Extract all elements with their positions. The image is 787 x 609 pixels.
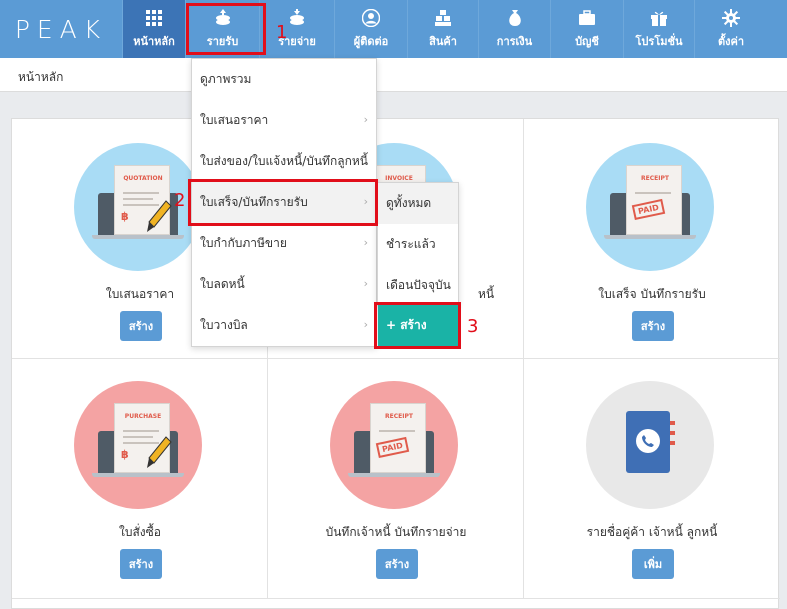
annotation-number-3: 3 <box>467 316 479 337</box>
nav-label: สินค้า <box>429 35 457 48</box>
submenu-item-paid[interactable]: ชำระแล้ว <box>378 224 458 265</box>
card-label: ใบเสร็จ บันทึกรายรับ <box>598 287 706 301</box>
create-quotation-button[interactable]: สร้าง <box>120 311 162 341</box>
money-bag-icon <box>506 9 524 27</box>
briefcase-icon <box>578 9 596 27</box>
nav-label: ผู้ติดต่อ <box>353 35 389 48</box>
nav-contacts[interactable]: ผู้ติดต่อ <box>334 0 407 58</box>
nav-label: บัญชี <box>575 35 599 48</box>
coins-out-icon <box>288 9 306 27</box>
create-expense-button[interactable]: สร้าง <box>376 549 418 579</box>
chevron-right-icon: › <box>363 195 368 208</box>
card-expense: RECEIPT PAID บันทึกเจ้าหนี้ บันทึกรายจ่า… <box>268 359 524 599</box>
nav-promotions[interactable]: โปรโมชั่น <box>623 0 694 58</box>
boxes-icon <box>434 9 452 27</box>
nav-home[interactable]: หน้าหลัก <box>122 0 185 58</box>
chevron-right-icon: › <box>363 236 368 249</box>
menu-item-quotation[interactable]: ใบเสนอราคา › <box>192 100 376 141</box>
create-receipt-button[interactable]: สร้าง <box>632 311 674 341</box>
gift-icon <box>650 9 668 27</box>
receipt-submenu: ดูทั้งหมด ชำระแล้ว เดือนปัจจุบัน <box>377 182 459 306</box>
coins-icon <box>214 9 232 27</box>
chevron-right-icon: › <box>363 154 368 167</box>
nav-label: รายรับ <box>206 35 239 48</box>
chevron-right-icon: › <box>363 113 368 126</box>
peak-logo[interactable]: PEAK <box>0 0 122 58</box>
card-purchase: PURCHASE ฿ ใบสั่งซื้อ สร้าง <box>12 359 268 599</box>
annotation-number-2: 2 <box>174 190 186 211</box>
menu-item-billing-note[interactable]: ใบวางบิล › <box>192 305 376 346</box>
card-contacts: รายชื่อคู่ค้า เจ้าหนี้ ลูกหนี้ เพิ่ม <box>524 359 780 599</box>
nav-expense[interactable]: รายจ่าย <box>259 0 334 58</box>
chevron-right-icon: › <box>363 318 368 331</box>
create-purchase-button[interactable]: สร้าง <box>120 549 162 579</box>
menu-item-tax-invoice[interactable]: ใบกำกับภาษีขาย › <box>192 223 376 264</box>
card-label: บันทึกเจ้าหนี้ บันทึกรายจ่าย <box>325 525 467 539</box>
receipt-laptop-icon: RECEIPT PAID <box>586 143 714 271</box>
nav-label: ตั้งค่า <box>717 35 745 48</box>
nav-products[interactable]: สินค้า <box>407 0 478 58</box>
submenu-item-view-all[interactable]: ดูทั้งหมด <box>378 183 458 224</box>
submenu-item-current-month[interactable]: เดือนปัจจุบัน <box>378 265 458 306</box>
breadcrumb-bar: หน้าหลัก <box>0 58 787 92</box>
menu-item-invoice[interactable]: ใบส่งของ/ใบแจ้งหนี้/บันทึกลูกหนี้ › <box>192 141 376 182</box>
nav-accounting[interactable]: บัญชี <box>550 0 623 58</box>
nav-finance[interactable]: การเงิน <box>478 0 550 58</box>
expense-laptop-icon: RECEIPT PAID <box>330 381 458 509</box>
purchase-laptop-icon: PURCHASE ฿ <box>74 381 202 509</box>
person-icon <box>362 9 380 27</box>
menu-item-overview[interactable]: ดูภาพรวม <box>192 59 376 100</box>
nav-label: หน้าหลัก <box>133 35 175 48</box>
card-label: รายชื่อคู่ค้า เจ้าหนี้ ลูกหนี้ <box>586 525 718 539</box>
nav-settings[interactable]: ตั้งค่า <box>694 0 767 58</box>
menu-item-credit-note[interactable]: ใบลดหนี้ › <box>192 264 376 305</box>
nav-label: การเงิน <box>496 35 533 48</box>
card-label: ใบสั่งซื้อ <box>118 525 161 539</box>
breadcrumb[interactable]: หน้าหลัก <box>18 68 63 87</box>
top-nav: PEAK หน้าหลัก รายรับ รายจ่าย ผู้ติดต่อ ส… <box>0 0 787 58</box>
revenue-dropdown-menu: ดูภาพรวม ใบเสนอราคา › ใบส่งของ/ใบแจ้งหนี้… <box>191 58 377 347</box>
nav-revenue[interactable]: รายรับ <box>185 0 259 58</box>
menu-item-receipt[interactable]: ใบเสร็จ/บันทึกรายรับ › <box>192 182 376 223</box>
contact-book-icon <box>586 381 714 509</box>
grid-icon <box>145 9 163 27</box>
add-contact-button[interactable]: เพิ่ม <box>632 549 674 579</box>
create-receipt-submenu-button[interactable]: + สร้าง <box>378 304 459 346</box>
card-receipt: RECEIPT PAID ใบเสร็จ บันทึกรายรับ สร้าง <box>524 119 780 359</box>
gear-icon <box>722 9 740 27</box>
chevron-right-icon: › <box>363 277 368 290</box>
annotation-number-1: 1 <box>276 22 288 43</box>
nav-label: โปรโมชั่น <box>635 35 683 48</box>
